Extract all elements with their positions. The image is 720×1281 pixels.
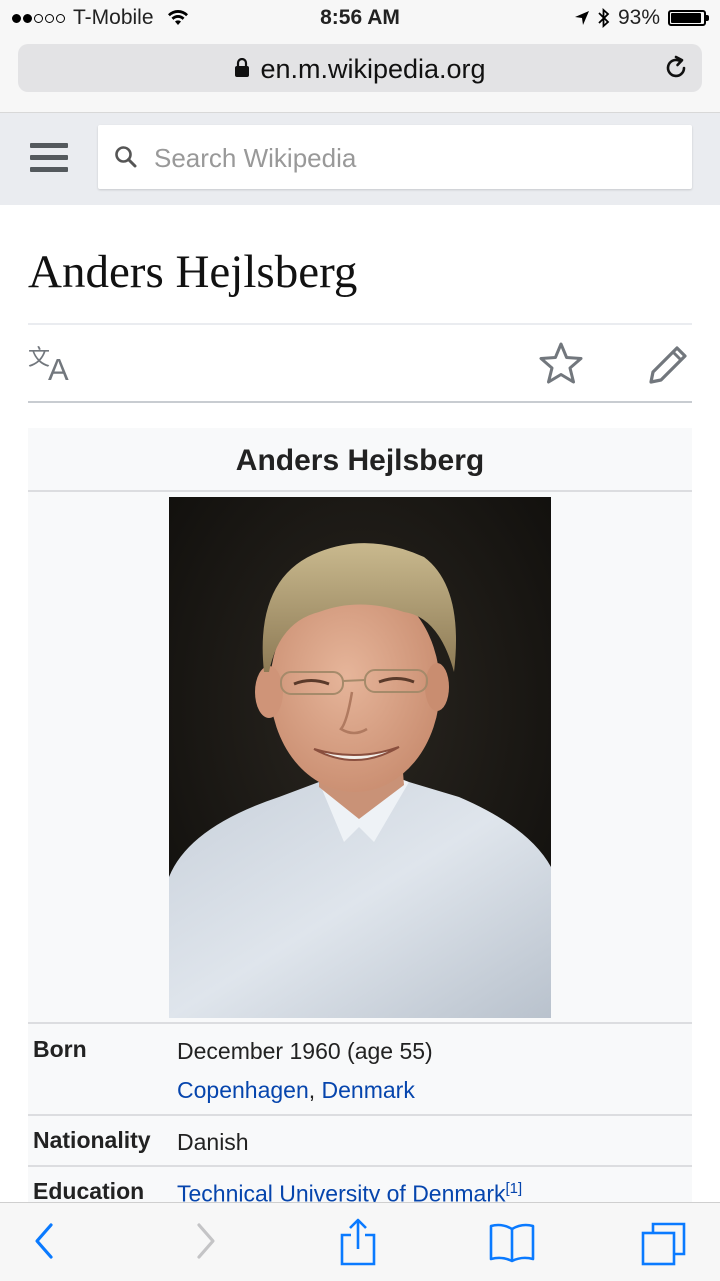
search-box[interactable] xyxy=(98,125,692,191)
search-icon xyxy=(115,146,137,168)
wiki-header xyxy=(0,113,720,205)
nationality-label: Nationality xyxy=(33,1127,151,1153)
infobox-row-divider xyxy=(28,1165,692,1167)
born-label: Born xyxy=(33,1036,87,1062)
share-icon[interactable] xyxy=(338,1217,378,1267)
status-right: 93% xyxy=(574,6,709,30)
svg-text:A: A xyxy=(48,352,69,383)
battery-percent: 93% xyxy=(617,6,660,29)
url-text: en.m.wikipedia.org xyxy=(260,54,486,84)
url-display[interactable]: en.m.wikipedia.org xyxy=(18,54,702,85)
infobox-title: Anders Hejlsberg xyxy=(235,444,485,477)
place-separator: , xyxy=(308,1077,322,1103)
born-place: Copenhagen, Denmark xyxy=(177,1077,415,1104)
browser-chrome: en.m.wikipedia.org xyxy=(0,38,720,113)
star-icon[interactable] xyxy=(538,341,584,385)
reload-icon[interactable] xyxy=(662,54,690,82)
born-date: December 1960 (age 55) xyxy=(177,1038,433,1064)
safari-toolbar xyxy=(0,1202,720,1281)
book-icon[interactable] xyxy=(488,1221,536,1263)
portrait-photo[interactable] xyxy=(169,497,551,1018)
lock-icon xyxy=(235,57,250,77)
pencil-icon[interactable] xyxy=(646,341,692,385)
page-actions: 文 A xyxy=(28,325,692,402)
language-icon[interactable]: 文 A xyxy=(28,343,76,383)
page-title: Anders Hejlsberg xyxy=(28,246,358,298)
infobox: Anders Hejlsberg Born December 1960 (age… xyxy=(28,428,692,1208)
search-input[interactable] xyxy=(152,125,676,191)
bluetooth-icon xyxy=(598,8,610,28)
reference-link[interactable]: [1] xyxy=(506,1180,523,1197)
actions-divider xyxy=(28,401,692,403)
denmark-link[interactable]: Denmark xyxy=(322,1077,415,1103)
chevron-left-icon[interactable] xyxy=(32,1221,56,1261)
infobox-row-divider xyxy=(28,1022,692,1024)
battery-icon xyxy=(668,10,709,26)
location-arrow-icon xyxy=(574,11,589,25)
chevron-right-icon[interactable] xyxy=(194,1221,218,1261)
infobox-row-divider xyxy=(28,1114,692,1116)
tabs-icon[interactable] xyxy=(640,1221,688,1267)
svg-text:文: 文 xyxy=(28,346,50,371)
status-bar: T-Mobile 8:56 AM 93% xyxy=(0,0,720,38)
portrait-image xyxy=(169,497,551,1018)
education-label: Education xyxy=(33,1178,145,1204)
copenhagen-link[interactable]: Copenhagen xyxy=(177,1077,309,1103)
hamburger-menu-icon[interactable] xyxy=(30,143,68,175)
nationality-value: Danish xyxy=(177,1129,249,1155)
infobox-divider xyxy=(28,490,692,492)
address-bar[interactable]: en.m.wikipedia.org xyxy=(18,44,702,92)
